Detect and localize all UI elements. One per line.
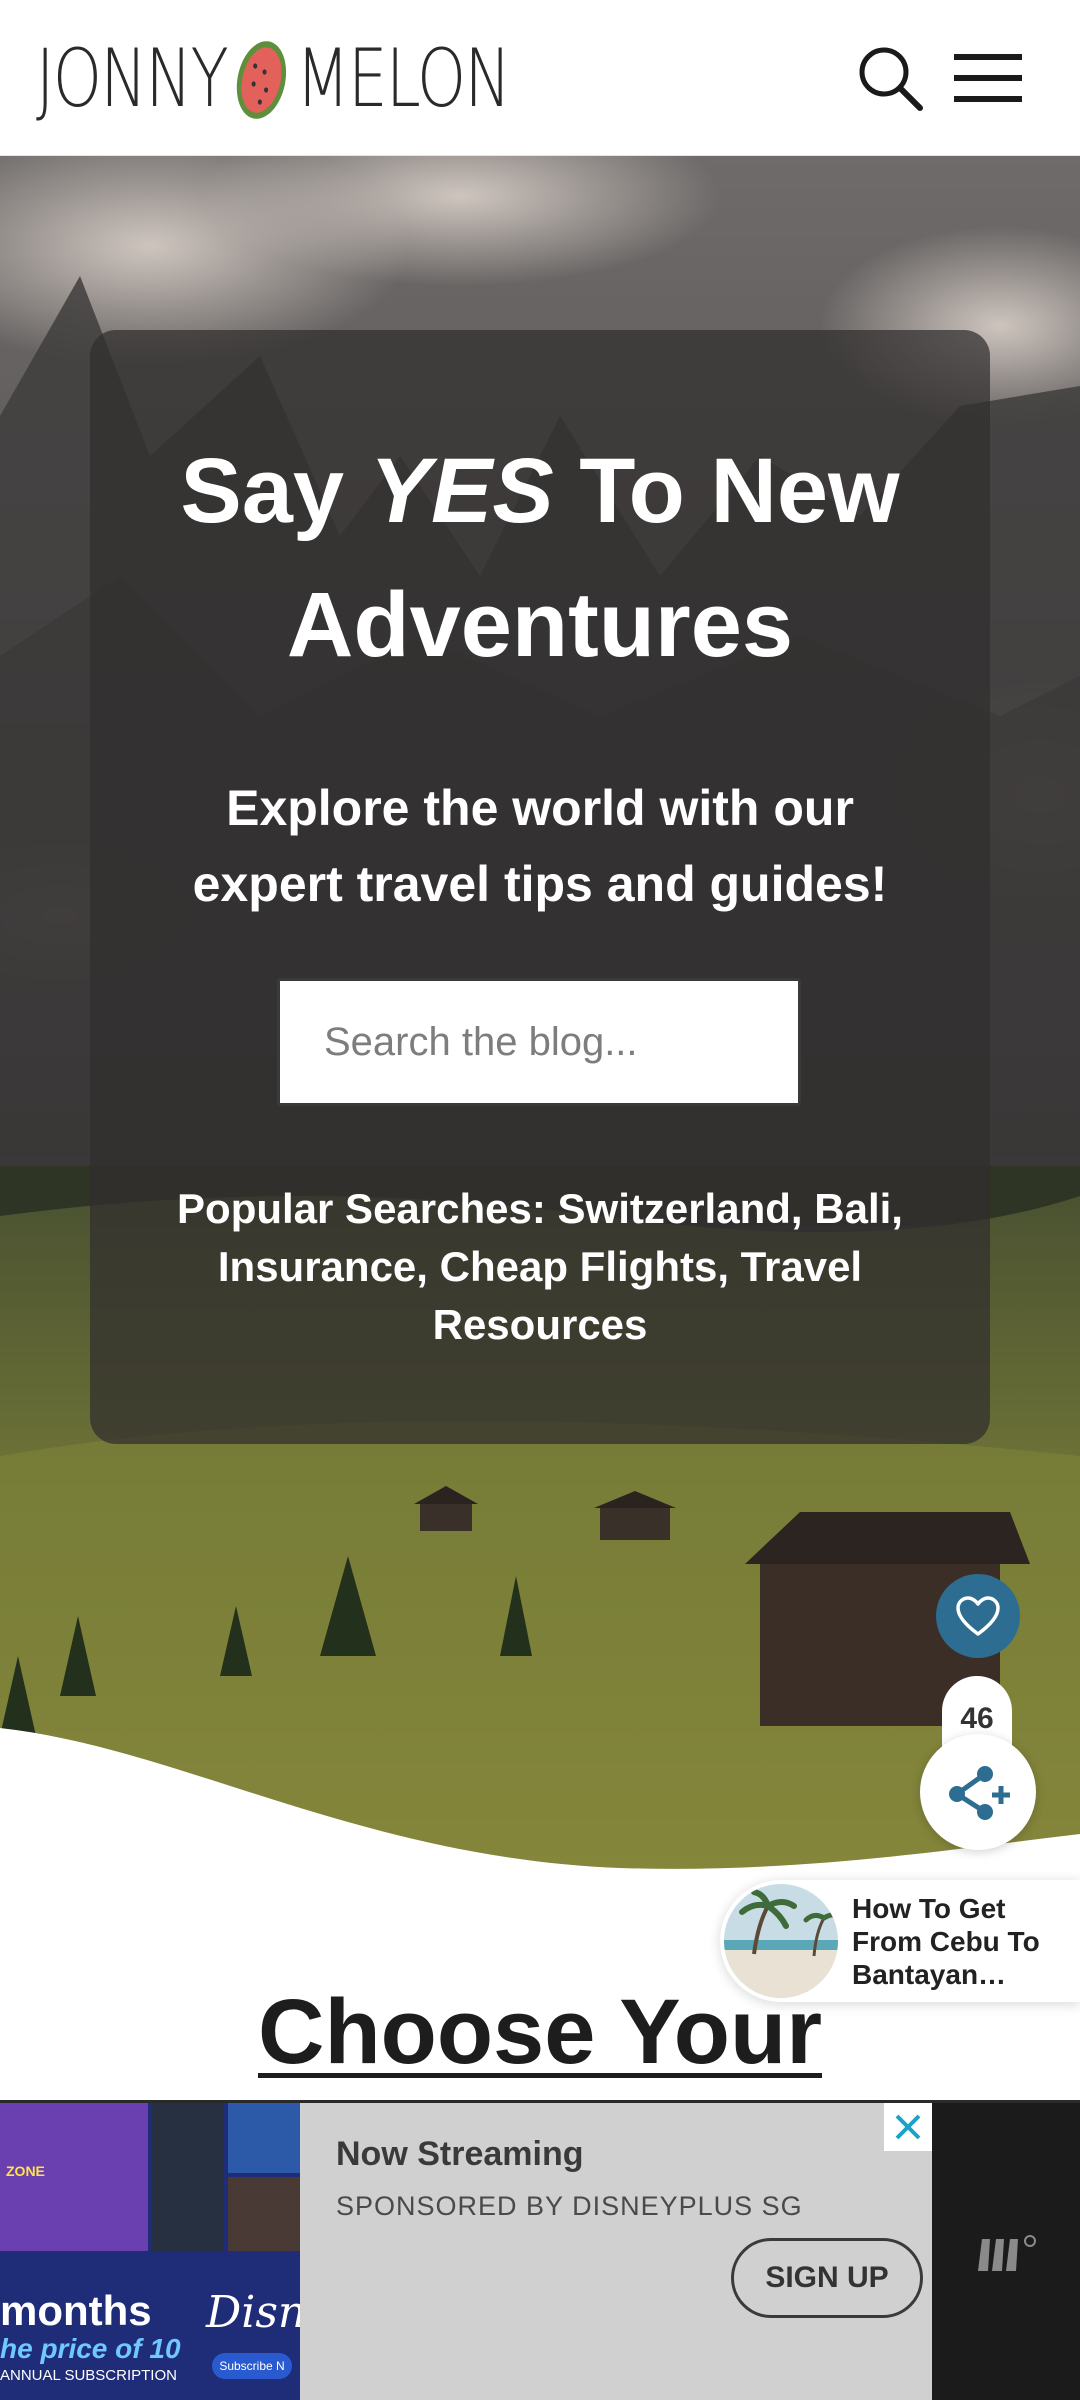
related-post-thumbnail xyxy=(724,1884,838,1998)
share-button[interactable] xyxy=(920,1734,1036,1850)
search-icon xyxy=(859,47,923,111)
related-post-title: How To Get From Cebu To Bantayan… xyxy=(852,1892,1040,1990)
ad-headline: Now Streaming xyxy=(336,2135,584,2173)
hero-bottom-wave xyxy=(0,1728,1080,1876)
ad-signup-button[interactable]: SIGN UP xyxy=(731,2238,923,2318)
watermelon-logo-icon xyxy=(236,41,287,119)
like-button[interactable] xyxy=(936,1574,1020,1658)
close-icon xyxy=(895,2114,921,2140)
site-logo[interactable]: JONNY MELON xyxy=(36,28,511,128)
hero-card: Say YES To New Adventures Explore the wo… xyxy=(90,330,990,1444)
ad-network-logo-icon xyxy=(978,2235,1036,2271)
ad-image[interactable]: ZONE months he price of 10 ANNUAL SUBSCR… xyxy=(0,2103,300,2400)
ad-tile-poster-3 xyxy=(228,2103,300,2173)
ad-price-text: he price of 10 xyxy=(0,2333,181,2364)
ad-sponsor-line: SPONSORED BY DISNEYPLUS SG xyxy=(336,2191,803,2221)
related-post-card[interactable]: How To Get From Cebu To Bantayan… xyxy=(720,1880,1080,2002)
ad-image-subscribe-button[interactable]: Subscribe N xyxy=(212,2353,292,2379)
site-header: JONNY MELON xyxy=(0,0,1080,156)
popular-searches-label: Popular Searches: xyxy=(177,1185,546,1232)
hero-title-emphasis: YES xyxy=(369,440,554,542)
ad-months-text: months xyxy=(0,2287,152,2334)
hero-title-pre: Say xyxy=(180,440,370,542)
logo-text-left: JONNY xyxy=(36,31,229,125)
heart-icon xyxy=(956,1596,1000,1636)
menu-button[interactable] xyxy=(948,38,1028,118)
popular-searches: Popular Searches: Switzerland, Bali, Ins… xyxy=(177,1185,903,1348)
ad-banner[interactable]: ZONE months he price of 10 ANNUAL SUBSCR… xyxy=(0,2100,1080,2400)
ad-disney-logo: Disne xyxy=(206,2287,300,2338)
hero-title: Say YES To New Adventures xyxy=(130,424,950,692)
popular-link-cheap-flights[interactable]: Cheap Flights xyxy=(440,1243,718,1290)
search-button[interactable] xyxy=(850,38,930,118)
blog-search-input[interactable] xyxy=(280,981,798,1103)
logo-text-right: MELON xyxy=(295,31,511,125)
popular-link-bali[interactable]: Bali xyxy=(814,1185,891,1232)
popular-link-switzerland[interactable]: Switzerland xyxy=(558,1185,791,1232)
hero-subtitle: Explore the world with our expert travel… xyxy=(192,780,888,912)
hero-section: Say YES To New Adventures Explore the wo… xyxy=(0,156,1080,1876)
share-icon xyxy=(949,1766,1010,1820)
ad-network-panel xyxy=(932,2103,1080,2400)
popular-link-insurance[interactable]: Insurance xyxy=(218,1243,416,1290)
ad-zone-text: ZONE xyxy=(6,2163,45,2179)
ad-tile-poster-2 xyxy=(152,2103,224,2251)
ad-annual-text: ANNUAL SUBSCRIPTION xyxy=(0,2367,177,2384)
ad-tile-poster-4 xyxy=(228,2177,300,2251)
blog-search-box[interactable] xyxy=(277,978,801,1106)
hamburger-menu-icon xyxy=(954,54,1022,102)
ad-close-button[interactable] xyxy=(884,2103,932,2151)
